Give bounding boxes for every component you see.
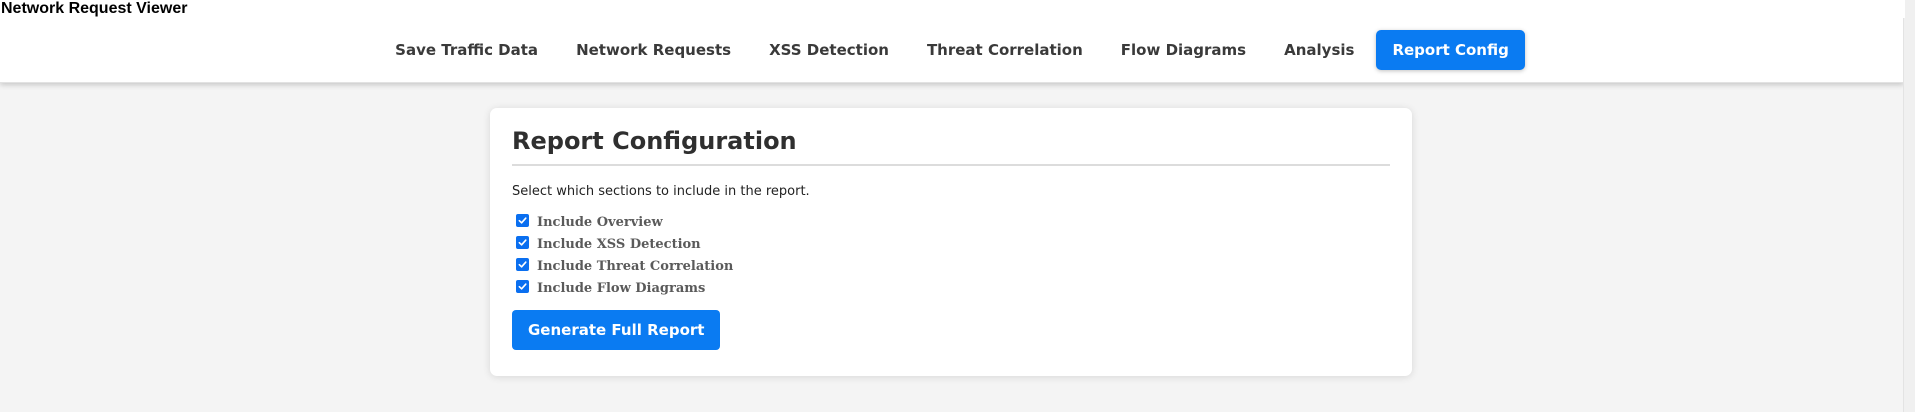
generate-full-report-button[interactable]: Generate Full Report bbox=[512, 310, 721, 350]
app-title: Network Request Viewer bbox=[0, 0, 1905, 18]
option-include-flow-diagrams: Include Flow Diagrams bbox=[512, 280, 1390, 296]
option-include-threat-correlation: Include Threat Correlation bbox=[512, 258, 1390, 274]
checkmark-icon bbox=[518, 239, 527, 246]
checkmark-icon bbox=[518, 283, 527, 290]
include-xss-detection-checkbox[interactable] bbox=[516, 236, 529, 249]
include-flow-diagrams-checkbox[interactable] bbox=[516, 280, 529, 293]
checkmark-icon bbox=[518, 217, 527, 224]
include-xss-detection-label: Include XSS Detection bbox=[537, 236, 701, 252]
tab-report-config[interactable]: Report Config bbox=[1376, 30, 1525, 70]
checkmark-icon bbox=[518, 261, 527, 268]
include-threat-correlation-checkbox[interactable] bbox=[516, 258, 529, 271]
tab-analysis[interactable]: Analysis bbox=[1268, 30, 1370, 70]
section-checklist: Include Overview Include XSS Detection I… bbox=[512, 214, 1390, 296]
option-include-xss-detection: Include XSS Detection bbox=[512, 236, 1390, 252]
page: Network Request Viewer Save Traffic Data… bbox=[0, 0, 1905, 412]
tab-flow-diagrams[interactable]: Flow Diagrams bbox=[1105, 30, 1262, 70]
include-overview-checkbox[interactable] bbox=[516, 214, 529, 227]
vertical-scrollbar[interactable] bbox=[1903, 0, 1915, 412]
top-nav: Save Traffic Data Network Requests XSS D… bbox=[0, 18, 1904, 83]
include-flow-diagrams-label: Include Flow Diagrams bbox=[537, 280, 706, 296]
tab-xss-detection[interactable]: XSS Detection bbox=[753, 30, 905, 70]
include-overview-label: Include Overview bbox=[537, 214, 663, 230]
report-description: Select which sections to include in the … bbox=[512, 184, 810, 199]
option-include-overview: Include Overview bbox=[512, 214, 1390, 230]
include-threat-correlation-label: Include Threat Correlation bbox=[537, 258, 734, 274]
report-config-card: Report Configuration Select which sectio… bbox=[490, 108, 1412, 376]
tab-threat-correlation[interactable]: Threat Correlation bbox=[911, 30, 1099, 70]
tab-save-traffic-data[interactable]: Save Traffic Data bbox=[379, 30, 554, 70]
tab-network-requests[interactable]: Network Requests bbox=[560, 30, 747, 70]
page-title: Report Configuration bbox=[512, 126, 1390, 166]
